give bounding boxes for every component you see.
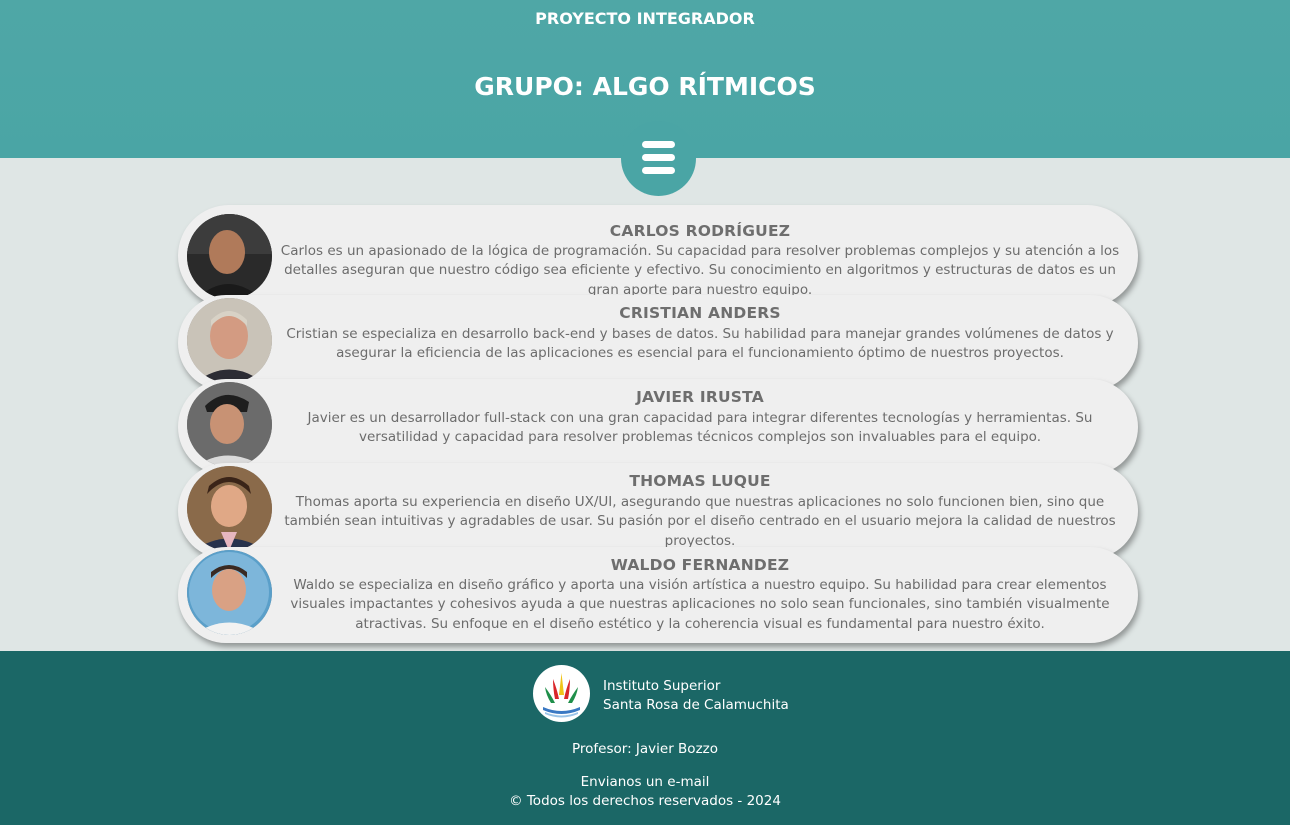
member-name: THOMAS LUQUE [629, 472, 771, 490]
member-avatar [187, 298, 272, 383]
institute-name: Instituto Superior Santa Rosa de Calamuc… [603, 677, 789, 715]
member-bio: Carlos es un apasionado de la lógica de … [280, 243, 1120, 298]
hamburger-menu-icon[interactable] [621, 121, 696, 196]
member-bio: Waldo se especializa en diseño gráfico y… [290, 577, 1110, 632]
member-bio: Cristian se especializa en desarrollo ba… [286, 326, 1114, 362]
member-avatar [187, 466, 272, 551]
menu-bar [642, 167, 675, 174]
member-name: WALDO FERNANDEZ [610, 556, 790, 574]
member-avatar [187, 382, 272, 467]
institute-logo-icon [533, 665, 590, 722]
institute-line2: Santa Rosa de Calamuchita [603, 697, 789, 713]
institute-line1: Instituto Superior [603, 678, 721, 694]
member-avatar [187, 214, 272, 299]
menu-bar [642, 154, 675, 161]
member-name: CRISTIAN ANDERS [619, 304, 781, 322]
professor-label: Profesor: Javier Bozzo [571, 741, 718, 757]
member-name: CARLOS RODRÍGUEZ [609, 222, 791, 240]
site-footer: Instituto Superior Santa Rosa de Calamuc… [0, 651, 1290, 825]
menu-bar [642, 141, 675, 148]
copyright-text: © Todos los derechos reservados - 2024 [509, 793, 781, 809]
member-card: WALDO FERNANDEZ Waldo se especializa en … [178, 547, 1138, 643]
member-card: CARLOS RODRÍGUEZ Carlos es un apasionado… [178, 205, 1138, 307]
member-card: CRISTIAN ANDERS Cristian se especializa … [178, 295, 1138, 391]
member-bio: Javier es un desarrollador full-stack co… [307, 410, 1093, 446]
member-card: JAVIER IRUSTA Javier es un desarrollador… [178, 379, 1138, 475]
member-avatar [187, 550, 272, 635]
member-name: JAVIER IRUSTA [636, 388, 764, 406]
email-link[interactable]: Envianos un e-mail [0, 774, 1290, 790]
member-bio: Thomas aporta su experiencia en diseño U… [284, 494, 1116, 549]
member-card: THOMAS LUQUE Thomas aporta su experienci… [178, 463, 1138, 559]
group-title: GRUPO: ALGO RÍTMICOS [474, 72, 816, 101]
project-title: PROYECTO INTEGRADOR [535, 9, 755, 28]
